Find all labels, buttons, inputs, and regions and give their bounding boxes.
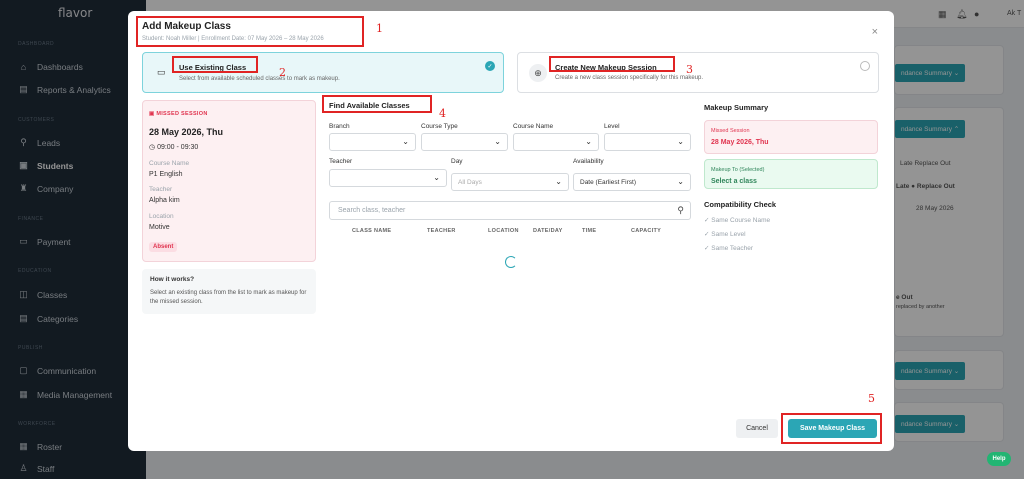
location-label: Location xyxy=(149,213,174,220)
radio-selected-icon[interactable]: ✓ xyxy=(485,61,495,71)
course-name-filter-label: Course Name xyxy=(513,123,554,130)
annotation-box-5 xyxy=(781,413,882,444)
day-select[interactable]: All Days ⌄ xyxy=(451,173,569,191)
close-icon[interactable]: × xyxy=(872,26,878,38)
column-teacher: TEACHER xyxy=(427,228,456,234)
calendar-icon: ▭ xyxy=(157,67,166,77)
missed-session-card: ▣ MISSED SESSION 28 May 2026, Thu ◷ 09:0… xyxy=(142,100,316,262)
loading-spinner-icon xyxy=(505,256,517,268)
check-icon: ✓ xyxy=(704,245,710,252)
teacher-label: Teacher xyxy=(149,186,173,193)
missed-session-date: 28 May 2026, Thu xyxy=(149,127,224,137)
column-time: TIME xyxy=(582,228,597,234)
teacher-filter-label: Teacher xyxy=(329,158,353,165)
course-type-select[interactable]: ⌄ xyxy=(421,133,508,151)
summary-missed-value: 28 May 2026, Thu xyxy=(711,139,769,146)
search-icon: ⚲ xyxy=(677,205,684,215)
annotation-number-1: 1 xyxy=(376,22,383,35)
check-same-level: ✓ Same Level xyxy=(704,231,746,238)
option-existing-desc: Select from available scheduled classes … xyxy=(179,76,340,82)
makeup-summary-title: Makeup Summary xyxy=(704,103,769,112)
summary-to-box: Makeup To (Selected) Select a class xyxy=(704,159,878,189)
column-date-day: DATE/DAY xyxy=(533,228,563,234)
add-makeup-class-modal: Add Makeup Class Student: Noah Miller | … xyxy=(128,11,894,451)
check-same-teacher: ✓ Same Teacher xyxy=(704,245,754,252)
check-icon: ✓ xyxy=(704,217,710,224)
annotation-number-5: 5 xyxy=(868,392,875,405)
summary-to-value: Select a class xyxy=(711,178,757,185)
column-capacity: CAPACITY xyxy=(631,228,662,234)
how-it-works-box: How it works? Select an existing class f… xyxy=(142,269,316,314)
branch-select[interactable]: ⌄ xyxy=(329,133,416,151)
level-select[interactable]: ⌄ xyxy=(604,133,691,151)
summary-missed-label: Missed Session xyxy=(711,128,750,134)
annotation-box-2 xyxy=(172,56,258,73)
day-label: Day xyxy=(451,158,463,165)
chevron-down-icon: ⌄ xyxy=(585,137,592,146)
plus-circle-icon: ⊕ xyxy=(529,64,547,82)
chevron-down-icon: ⌄ xyxy=(555,177,562,186)
teacher-select[interactable]: ⌄ xyxy=(329,169,447,187)
missed-session-time: ◷ 09:00 - 09:30 xyxy=(149,144,199,151)
annotation-box-1 xyxy=(136,16,364,47)
missed-session-label: ▣ MISSED SESSION xyxy=(149,111,208,117)
branch-label: Branch xyxy=(329,123,350,130)
course-name-select[interactable]: ⌄ xyxy=(513,133,599,151)
summary-to-label: Makeup To (Selected) xyxy=(711,167,765,173)
cancel-button[interactable]: Cancel xyxy=(736,419,778,438)
how-it-works-desc: Select an existing class from the list t… xyxy=(150,290,307,305)
check-same-course: ✓ Same Course Name xyxy=(704,217,771,224)
chevron-down-icon: ⌄ xyxy=(402,137,409,146)
check-icon: ✓ xyxy=(704,231,710,238)
annotation-number-2: 2 xyxy=(279,66,286,79)
chevron-down-icon: ⌄ xyxy=(494,137,501,146)
column-class-name: CLASS NAME xyxy=(352,228,392,234)
chevron-down-icon: ⌄ xyxy=(677,137,684,146)
column-location: LOCATION xyxy=(488,228,519,234)
how-it-works-title: How it works? xyxy=(150,276,195,283)
annotation-number-4: 4 xyxy=(439,107,446,120)
clock-icon: ◷ xyxy=(149,144,156,151)
annotation-box-4 xyxy=(322,95,432,113)
radio-unselected-icon[interactable] xyxy=(860,61,870,71)
course-type-label: Course Type xyxy=(421,123,458,130)
option-new-desc: Create a new class session specifically … xyxy=(555,75,704,81)
course-name-label: Course Name xyxy=(149,160,190,167)
summary-missed-box: Missed Session 28 May 2026, Thu xyxy=(704,120,878,154)
status-badge: Absent xyxy=(149,242,178,252)
location-value: Motive xyxy=(149,224,170,231)
chevron-down-icon: ⌄ xyxy=(433,173,440,182)
level-label: Level xyxy=(604,123,620,130)
availability-select[interactable]: Date (Earliest First) ⌄ xyxy=(573,173,691,191)
availability-label: Availability xyxy=(573,158,604,165)
course-name-value: P1 English xyxy=(149,171,183,178)
annotation-box-3 xyxy=(549,56,675,72)
help-button[interactable]: Help xyxy=(987,452,1011,466)
chevron-down-icon: ⌄ xyxy=(677,177,684,186)
teacher-value: Alpha kim xyxy=(149,197,180,204)
compatibility-title: Compatibility Check xyxy=(704,200,777,209)
search-input[interactable]: Search class, teacher ⚲ xyxy=(329,201,691,220)
annotation-number-3: 3 xyxy=(686,63,693,76)
